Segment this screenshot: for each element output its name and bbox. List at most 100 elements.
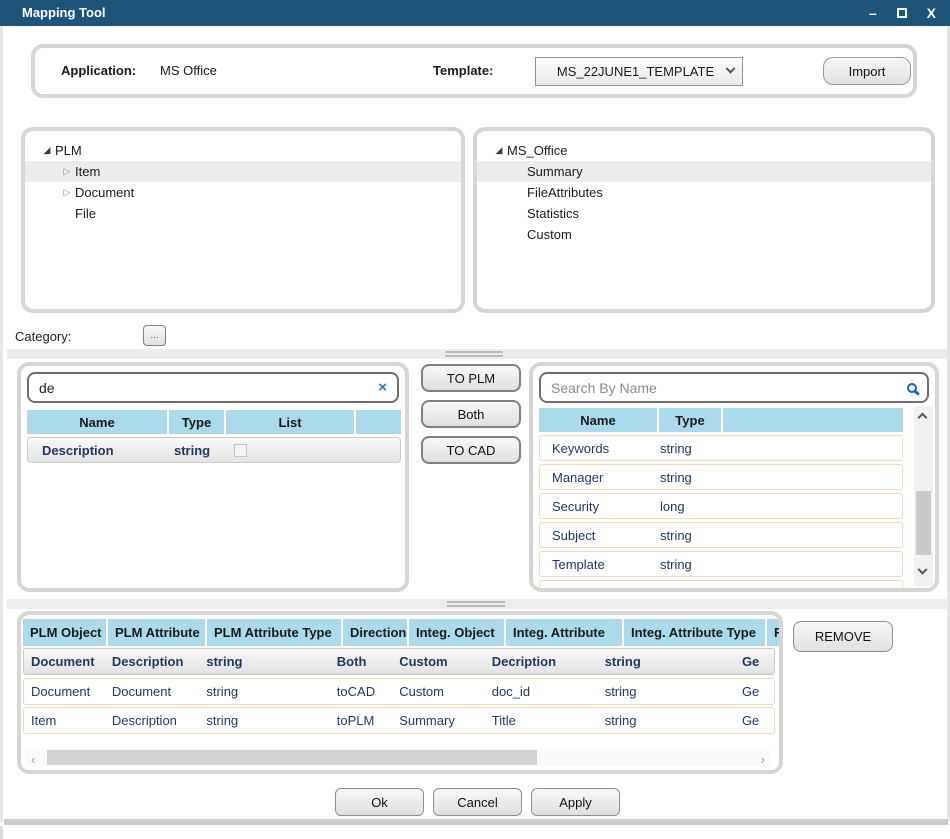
tree-node-custom[interactable]: Custom xyxy=(477,224,931,245)
tree-node-msoffice[interactable]: ◢ MS_Office xyxy=(477,140,931,161)
tree-node-statistics[interactable]: Statistics xyxy=(477,203,931,224)
tree-node-plm[interactable]: ◢ PLM xyxy=(25,140,461,161)
office-attr-search xyxy=(539,372,929,403)
plm-attr-search-input[interactable] xyxy=(39,380,378,396)
apply-button[interactable]: Apply xyxy=(531,788,620,816)
cell: Title xyxy=(485,708,598,733)
horizontal-splitter[interactable] xyxy=(7,599,947,609)
scroll-up-icon[interactable] xyxy=(918,413,928,423)
table-row[interactable]: Item Description string toPLM Summary Ti… xyxy=(23,707,775,734)
import-button[interactable]: Import xyxy=(823,57,911,85)
table-row[interactable]: Document Description string Both Custom … xyxy=(23,648,775,675)
column-header-type[interactable]: Type xyxy=(659,408,721,432)
attr-name-cell: Manager xyxy=(540,470,660,485)
clear-search-icon[interactable]: × xyxy=(378,379,387,396)
category-browse-button[interactable]: ... xyxy=(143,325,166,346)
tree-node-item[interactable]: ▷ Item xyxy=(25,161,461,182)
column-header[interactable]: PLM Attribute Type xyxy=(207,619,341,646)
column-header-list[interactable]: List xyxy=(226,410,354,434)
tree-node-label: FileAttributes xyxy=(527,185,603,200)
cell: Item xyxy=(24,708,105,733)
cell: Custom xyxy=(392,649,485,674)
tree-node-summary[interactable]: Summary xyxy=(477,161,931,182)
cell: Summary xyxy=(392,708,485,733)
cancel-button[interactable]: Cancel xyxy=(433,788,522,816)
cell: string xyxy=(199,679,329,704)
attr-name-cell: Keywords xyxy=(540,441,660,456)
tree-node-file[interactable]: File xyxy=(25,203,461,224)
column-header-spacer xyxy=(356,410,401,434)
column-header-name[interactable]: Name xyxy=(539,408,657,432)
table-row[interactable]: Keywords string xyxy=(539,435,903,461)
table-row[interactable]: Manager string xyxy=(539,464,903,490)
minimize-icon[interactable]: – xyxy=(869,6,877,20)
close-icon[interactable]: X xyxy=(927,6,936,20)
column-header[interactable]: PLM Object xyxy=(23,619,106,646)
column-header[interactable]: Integ. Object xyxy=(409,619,504,646)
collapsed-arrow-icon[interactable]: ▷ xyxy=(59,188,75,198)
attr-type-cell: string xyxy=(660,528,692,543)
collapsed-arrow-icon[interactable]: ▷ xyxy=(59,167,75,177)
table-row[interactable]: Description string xyxy=(27,437,401,463)
tree-node-document[interactable]: ▷ Document xyxy=(25,182,461,203)
column-header[interactable]: Integ. Attribute xyxy=(506,619,622,646)
titlebar: Mapping Tool – X xyxy=(0,0,950,26)
horizontal-scrollbar[interactable]: ‹ › xyxy=(25,749,771,766)
office-attr-search-input[interactable] xyxy=(551,380,907,396)
scrollbar-thumb[interactable] xyxy=(916,491,931,555)
scroll-down-icon[interactable] xyxy=(918,565,928,575)
attr-type-cell: string xyxy=(660,557,692,572)
table-row[interactable]: Subject string xyxy=(539,522,903,548)
column-header-spacer xyxy=(723,408,903,432)
cell: Description xyxy=(105,649,199,674)
scroll-left-icon[interactable]: ‹ xyxy=(31,752,35,767)
attr-name-cell: Title xyxy=(540,586,660,593)
horizontal-splitter[interactable] xyxy=(7,349,947,359)
cell: string xyxy=(199,708,329,733)
mapping-tool-window: Mapping Tool – X Application: MS Office … xyxy=(0,0,950,822)
to-plm-button[interactable]: TO PLM xyxy=(421,364,521,392)
vertical-scrollbar[interactable] xyxy=(914,406,933,586)
cell: Document xyxy=(24,679,105,704)
column-header-type[interactable]: Type xyxy=(169,410,224,434)
window-title: Mapping Tool xyxy=(22,5,106,20)
to-cad-button[interactable]: TO CAD xyxy=(421,436,521,464)
table-row[interactable]: Document Document string toCAD Custom do… xyxy=(23,678,775,705)
column-header[interactable]: Direction xyxy=(343,619,407,646)
window-bottom-border xyxy=(4,819,948,825)
window-controls: – X xyxy=(869,0,936,26)
cell: Ge xyxy=(735,679,774,704)
mapping-table-header: PLM Object PLM Attribute PLM Attribute T… xyxy=(23,619,783,646)
application-label: Application: xyxy=(61,63,136,78)
office-attributes-panel: Name Type Keywords string Manager string… xyxy=(529,362,939,592)
column-header[interactable]: Integ. Attribute Type xyxy=(624,619,765,646)
table-row[interactable]: Title string xyxy=(539,580,903,592)
office-tree-panel: ◢ MS_Office Summary FileAttributes Stati… xyxy=(473,127,935,313)
remove-button[interactable]: REMOVE xyxy=(793,621,893,652)
scroll-right-icon[interactable]: › xyxy=(761,752,765,767)
list-checkbox[interactable] xyxy=(234,444,247,457)
table-row[interactable]: Template string xyxy=(539,551,903,577)
table-row[interactable]: Security long xyxy=(539,493,903,519)
category-label: Category: xyxy=(15,329,71,344)
both-button[interactable]: Both xyxy=(421,400,521,428)
attr-type-cell: string xyxy=(660,441,692,456)
cell: Description xyxy=(105,708,199,733)
cell: string xyxy=(598,649,735,674)
column-header[interactable]: PLM Attribute xyxy=(108,619,205,646)
scrollbar-thumb[interactable] xyxy=(47,750,537,765)
tree-node-fileattributes[interactable]: FileAttributes xyxy=(477,182,931,203)
attr-type-cell: string xyxy=(660,586,696,593)
tree-node-label: Summary xyxy=(527,164,583,179)
template-dropdown[interactable]: MS_22JUNE1_TEMPLATE xyxy=(535,57,743,86)
office-attr-table-header: Name Type xyxy=(539,408,903,432)
maximize-icon[interactable] xyxy=(897,6,907,20)
column-header[interactable]: Rul xyxy=(767,619,783,646)
expanded-arrow-icon[interactable]: ◢ xyxy=(491,146,507,156)
search-icon[interactable] xyxy=(907,383,917,393)
attr-name-cell: Description xyxy=(28,443,174,458)
column-header-name[interactable]: Name xyxy=(27,410,167,434)
ok-button[interactable]: Ok xyxy=(335,788,424,816)
expanded-arrow-icon[interactable]: ◢ xyxy=(39,146,55,156)
tree-node-label: Item xyxy=(75,164,100,179)
